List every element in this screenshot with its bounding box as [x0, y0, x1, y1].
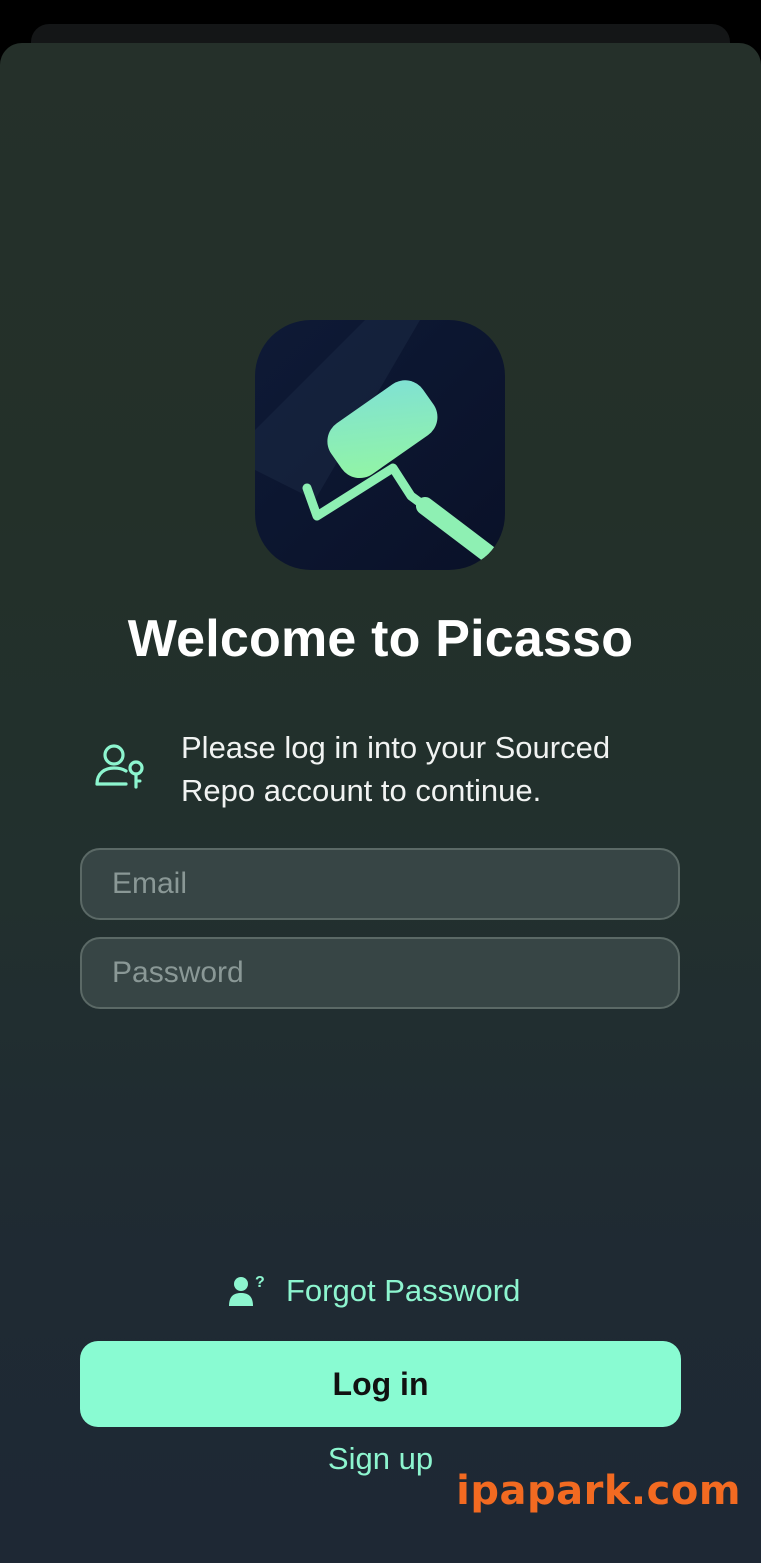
- forgot-password-link[interactable]: ? Forgot Password: [228, 1269, 520, 1313]
- watermark: ipapark.com: [456, 1468, 741, 1514]
- user-key-icon: [92, 740, 148, 796]
- email-field[interactable]: [80, 848, 680, 920]
- login-button-label: Log in: [333, 1366, 429, 1403]
- page-title: Welcome to Picasso: [0, 609, 761, 669]
- password-input[interactable]: [82, 939, 678, 1007]
- forgot-password-label: Forgot Password: [286, 1273, 520, 1309]
- app-logo-icon: [255, 320, 505, 570]
- login-notice: Please log in into your Sourced Repo acc…: [90, 726, 690, 816]
- login-button[interactable]: Log in: [80, 1341, 681, 1427]
- email-input[interactable]: [82, 850, 678, 918]
- password-field[interactable]: [80, 937, 680, 1009]
- notice-text: Please log in into your Sourced Repo acc…: [181, 726, 681, 812]
- svg-text:?: ?: [255, 1274, 265, 1291]
- login-sheet: Welcome to Picasso Please log in into yo…: [0, 43, 761, 1563]
- user-question-icon: ?: [228, 1272, 266, 1310]
